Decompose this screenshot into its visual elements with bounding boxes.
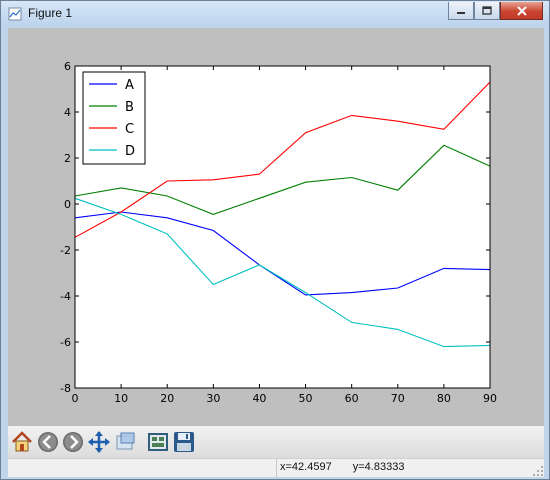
y-tick-label: 4 [64,106,71,119]
home-icon[interactable] [10,430,34,454]
x-tick-label: 70 [391,392,405,405]
legend-label-C: C [125,122,134,137]
figure-window: Figure 1 0 10 20 30 40 50 60 70 80 90 -8 -6 -4 -2 0 2 4 6… [0,0,550,480]
x-tick-label: 0 [72,392,79,405]
subplots-icon[interactable] [146,430,170,454]
back-icon[interactable] [36,430,60,454]
x-tick-label: 50 [299,392,313,405]
y-tick-label: 0 [64,198,71,211]
x-tick-label: 10 [114,392,128,405]
figure-canvas[interactable]: 0 10 20 30 40 50 60 70 80 90 -8 -6 -4 -2 0 2 4 6 A B C D [8,28,544,426]
status-message-area [8,459,277,477]
y-tick-label: -8 [60,382,71,395]
x-tick-label: 20 [160,392,174,405]
window-controls [448,2,543,21]
forward-icon[interactable] [61,430,85,454]
zoom-icon[interactable] [113,430,137,454]
x-tick-label: 90 [483,392,497,405]
y-tick-label: -6 [60,336,71,349]
status-bar: x=42.4597 y=4.83333 [8,458,544,477]
y-coordinate-readout: y=4.83333 [352,461,405,473]
minimize-button[interactable] [448,2,474,20]
close-button[interactable] [500,2,543,20]
x-tick-label: 40 [252,392,266,405]
legend-label-A: A [125,78,134,93]
close-icon [516,5,527,16]
maximize-icon [482,6,492,15]
pan-icon[interactable] [87,430,111,454]
legend-label-B: B [125,100,134,115]
line-chart[interactable]: 0 10 20 30 40 50 60 70 80 90 -8 -6 -4 -2 0 2 4 6 ABCD [8,28,544,426]
resize-grip-icon[interactable] [532,465,544,477]
x-coordinate-readout: x=42.4597 [280,461,332,473]
y-tick-label: -4 [60,290,71,303]
y-tick-label: 2 [64,152,71,165]
x-tick-label: 60 [345,392,359,405]
navigation-toolbar [8,426,544,458]
title-bar[interactable]: Figure 1 [1,1,549,27]
window-title: Figure 1 [28,6,73,20]
y-tick-label: -2 [60,244,71,257]
x-tick-label: 30 [206,392,220,405]
save-icon[interactable] [172,430,196,454]
figure-app-icon [8,7,22,21]
x-tick-label: 80 [437,392,451,405]
maximize-button[interactable] [474,2,500,20]
legend-label-D: D [125,144,135,159]
y-tick-label: 6 [64,60,71,73]
cursor-coordinates: x=42.4597 y=4.83333 [280,461,422,473]
minimize-icon [457,11,465,14]
